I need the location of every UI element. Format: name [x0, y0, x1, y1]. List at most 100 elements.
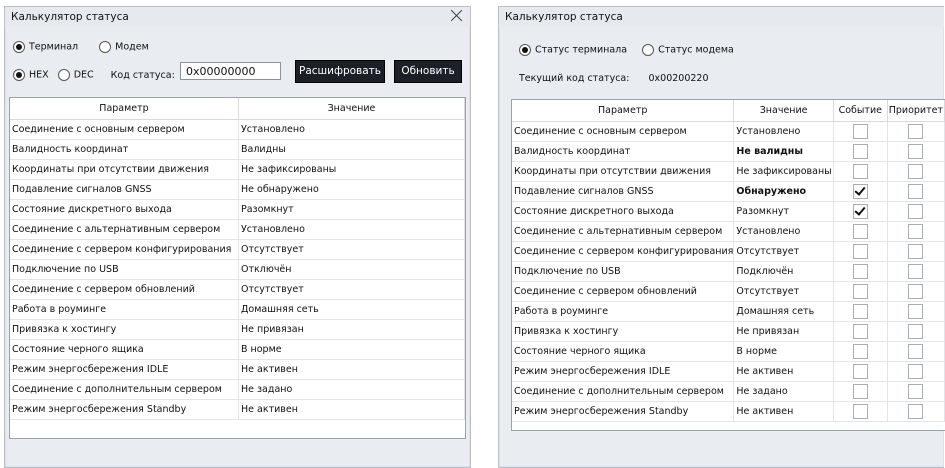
- table-row[interactable]: Соединение с дополнительным сервером Не з…: [512, 381, 945, 402]
- event-cell: [833, 301, 888, 322]
- decode-button[interactable]: Расшифровать: [295, 60, 385, 83]
- column-header-priority: Приоритет: [887, 100, 945, 122]
- event-checkbox[interactable]: [852, 224, 868, 239]
- table-row[interactable]: Валидность координат Валидны: [10, 139, 465, 160]
- table-row[interactable]: Соединение с альтернативным сервером Уста…: [10, 219, 465, 240]
- event-cell: [833, 221, 888, 242]
- parameter-cell: Соединение с альтернативным сервером: [512, 221, 735, 242]
- value-cell: Не привязан: [238, 319, 465, 340]
- event-checkbox[interactable]: [852, 124, 868, 139]
- parameter-cell: Режим энергосбережения Standby: [10, 399, 239, 420]
- radio-terminal-status[interactable]: [519, 44, 531, 56]
- table-row[interactable]: Режим энергосбережения Standby Не активен: [512, 401, 945, 422]
- value-cell: Не задано: [733, 381, 834, 402]
- priority-checkbox[interactable]: [908, 344, 924, 359]
- table-row[interactable]: Соединение с сервером обновлений Отсутств…: [512, 281, 945, 302]
- value-cell: Домашняя сеть: [733, 301, 834, 322]
- radio-modem-status[interactable]: [642, 44, 655, 56]
- radio-hex-label[interactable]: HEX: [29, 70, 49, 81]
- priority-checkbox[interactable]: [908, 204, 924, 219]
- table-row[interactable]: Подключение по USB Подключён: [512, 261, 945, 282]
- table-row[interactable]: Состояние черного ящика В норме: [10, 339, 465, 360]
- radio-terminal-label[interactable]: Терминал: [29, 42, 78, 53]
- column-header-value: Значение: [238, 98, 465, 120]
- priority-checkbox[interactable]: [908, 124, 924, 139]
- value-cell: Установлено: [733, 221, 834, 242]
- radio-modem-label[interactable]: Модем: [115, 42, 149, 53]
- table-row[interactable]: Подключение по USB Отключён: [10, 259, 465, 280]
- radio-modem[interactable]: [99, 41, 112, 53]
- radio-dec[interactable]: [57, 69, 70, 81]
- table-row[interactable]: Координаты при отсутствии движения Не заф…: [512, 161, 945, 182]
- table-row[interactable]: Соединение с сервером обновлений Отсутств…: [10, 279, 465, 300]
- table-row[interactable]: Работа в роуминге Домашняя сеть: [10, 299, 465, 320]
- table-row[interactable]: Привязка к хостингу Не привязан: [512, 321, 945, 342]
- table-row[interactable]: Соединение с сервером конфигурирования От…: [10, 239, 465, 260]
- refresh-button[interactable]: Обновить: [394, 60, 462, 83]
- table-row[interactable]: Состояние дискретного выхода Разомкнут: [10, 199, 465, 220]
- table-row[interactable]: Соединение с дополнительным сервером Не з…: [10, 379, 465, 400]
- event-checkbox[interactable]: [852, 164, 868, 179]
- event-checkbox[interactable]: [852, 324, 868, 339]
- priority-checkbox[interactable]: [908, 184, 924, 199]
- table-row[interactable]: Соединение с альтернативным сервером Уста…: [512, 221, 945, 242]
- priority-checkbox[interactable]: [908, 284, 924, 299]
- table-row[interactable]: Валидность координат Не валидны: [512, 141, 945, 162]
- priority-checkbox[interactable]: [908, 244, 924, 259]
- priority-checkbox[interactable]: [908, 304, 924, 319]
- table-row[interactable]: Режим энергосбережения IDLE Не активен: [512, 361, 945, 382]
- priority-checkbox[interactable]: [908, 224, 924, 239]
- table-row[interactable]: Соединение с основным сервером Установлен…: [512, 121, 945, 142]
- current-code-row: Текущий код статуса: 0x00200220: [519, 73, 709, 84]
- radio-hex[interactable]: [13, 69, 25, 81]
- right-status-table: Параметр Значение Событие Приоритет Соед…: [511, 99, 945, 431]
- value-cell: Разомкнут: [238, 199, 465, 220]
- table-row[interactable]: Режим энергосбережения IDLE Не активен: [10, 359, 465, 380]
- priority-checkbox[interactable]: [908, 164, 924, 179]
- parameter-cell: Соединение с альтернативным сервером: [10, 219, 239, 240]
- value-cell: Разомкнут: [733, 201, 834, 222]
- event-checkbox[interactable]: [852, 184, 868, 199]
- table-row[interactable]: Состояние дискретного выхода Разомкнут: [512, 201, 945, 222]
- parameter-cell: Соединение с сервером конфигурирования: [512, 241, 735, 262]
- radio-terminal[interactable]: [13, 41, 25, 53]
- radio-terminal-status-label[interactable]: Статус терминала: [535, 45, 627, 56]
- priority-checkbox[interactable]: [908, 384, 924, 399]
- value-cell: Не активен: [238, 399, 465, 420]
- event-checkbox[interactable]: [852, 284, 868, 299]
- event-checkbox[interactable]: [852, 144, 868, 159]
- event-checkbox[interactable]: [852, 304, 868, 319]
- priority-checkbox[interactable]: [908, 404, 924, 419]
- event-checkbox[interactable]: [852, 244, 868, 259]
- event-checkbox[interactable]: [852, 364, 868, 379]
- event-checkbox[interactable]: [852, 404, 868, 419]
- left-table-header: Параметр Значение: [10, 98, 465, 120]
- table-row[interactable]: Подавление сигналов GNSS Не обнаружено: [10, 179, 465, 200]
- radio-dec-label[interactable]: DEC: [74, 70, 94, 81]
- event-checkbox[interactable]: [852, 344, 868, 359]
- value-cell: Не зафиксированы: [733, 161, 834, 182]
- event-checkbox[interactable]: [852, 264, 868, 279]
- table-row[interactable]: Подавление сигналов GNSS Обнаружено: [512, 181, 945, 202]
- left-titlebar: Калькулятор статуса: [5, 7, 470, 27]
- table-row[interactable]: Режим энергосбережения Standby Не активен: [10, 399, 465, 420]
- code-label: Код статуса:: [110, 69, 175, 81]
- priority-checkbox[interactable]: [908, 264, 924, 279]
- priority-checkbox[interactable]: [908, 364, 924, 379]
- table-row[interactable]: Координаты при отсутствии движения Не заф…: [10, 159, 465, 180]
- event-checkbox[interactable]: [852, 384, 868, 399]
- priority-checkbox[interactable]: [908, 144, 924, 159]
- status-code-input[interactable]: 0x00000000: [180, 62, 281, 80]
- close-icon[interactable]: [448, 8, 464, 24]
- table-row[interactable]: Привязка к хостингу Не привязан: [10, 319, 465, 340]
- priority-checkbox[interactable]: [908, 324, 924, 339]
- parameter-cell: Состояние дискретного выхода: [10, 199, 239, 220]
- event-checkbox[interactable]: [852, 204, 868, 219]
- table-row[interactable]: Состояние черного ящика В норме: [512, 341, 945, 362]
- radio-modem-status-label[interactable]: Статус модема: [658, 45, 734, 56]
- parameter-cell: Соединение с основным сервером: [512, 121, 735, 142]
- table-row[interactable]: Соединение с основным сервером Установлен…: [10, 119, 465, 140]
- table-row[interactable]: Соединение с сервером конфигурирования От…: [512, 241, 945, 262]
- table-row[interactable]: Работа в роуминге Домашняя сеть: [512, 301, 945, 322]
- priority-cell: [887, 241, 945, 262]
